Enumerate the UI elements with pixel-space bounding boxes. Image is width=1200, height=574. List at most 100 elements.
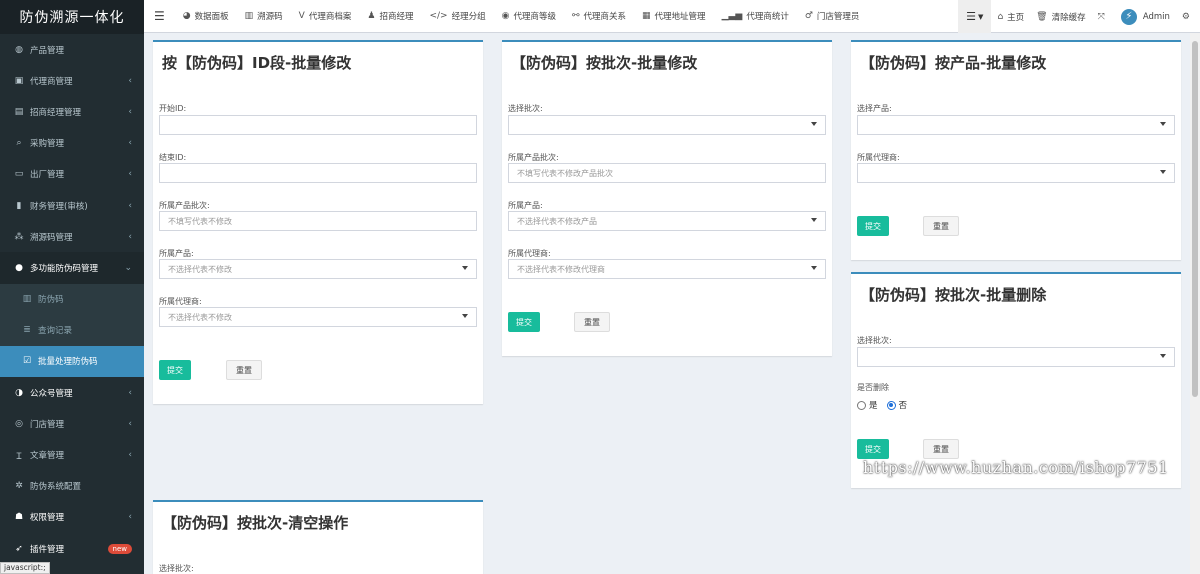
tab-agent-levels[interactable]: ◉ 代理商等级 bbox=[494, 0, 564, 33]
browser-status-bar: javascript:; bbox=[0, 562, 50, 574]
tab-label: 招商经理 bbox=[379, 12, 414, 22]
reset-button[interactable]: 重置 bbox=[574, 312, 610, 332]
sidebar-item-label: 公众号管理 bbox=[30, 388, 73, 399]
caret-down-icon bbox=[811, 218, 817, 222]
sidebar-item-plugins[interactable]: ➶ 插件管理 new bbox=[0, 533, 144, 564]
page-scrollbar[interactable] bbox=[1190, 33, 1200, 574]
sidebar-item-label: 批量处理防伪码 bbox=[38, 357, 98, 368]
sidebar-item-config[interactable]: ✲ 防伪系统配置 bbox=[0, 471, 144, 502]
tab-managers[interactable]: ♟ 招商经理 bbox=[359, 0, 421, 33]
home-link[interactable]: ⌂ 主页 bbox=[991, 0, 1030, 33]
list-icon: ☰ bbox=[966, 10, 977, 23]
product-label: 所属产品: bbox=[159, 249, 194, 258]
tab-store-admins[interactable]: ♂ 门店管理员 bbox=[797, 0, 868, 33]
male-icon: ♂ bbox=[804, 11, 813, 21]
info-circle-icon: ● bbox=[15, 262, 23, 273]
submit-button[interactable]: 提交 bbox=[508, 312, 540, 332]
product-select[interactable]: 不选择代表不修改产品 bbox=[508, 211, 826, 231]
settings-button[interactable]: ⚙ bbox=[1176, 0, 1200, 33]
tab-trace-code[interactable]: ▥ 溯源码 bbox=[237, 0, 291, 33]
submit-button[interactable]: 提交 bbox=[857, 216, 889, 236]
sidebar-item-trace-codes[interactable]: ⁂ 溯源码管理 ‹ bbox=[0, 221, 144, 252]
form-card-by-batch: 【防伪码】按批次-批量修改 选择批次: 所属产品批次: 不填写代表不修改产品批次… bbox=[502, 40, 832, 356]
top-navbar: ☰ ◕ 数据面板 ▥ 溯源码 V 代理商档案 ♟ 招商经理 </> 经理分组 ◉ 代理商等级… bbox=[144, 0, 1200, 33]
app-logo-title[interactable]: 防伪溯源一体化 bbox=[0, 0, 144, 34]
fullscreen-button[interactable]: ⤧ bbox=[1092, 0, 1115, 33]
chevron-down-icon: ⌄ bbox=[124, 262, 132, 273]
batch-select[interactable] bbox=[508, 115, 826, 135]
cog-icon: ✲ bbox=[15, 481, 23, 492]
sidebar-item-managers[interactable]: ▤ 招商经理管理 ‹ bbox=[0, 96, 144, 127]
sidebar-subitem-query-log[interactable]: ≣ 查询记录 bbox=[0, 314, 144, 346]
list-icon: ≣ bbox=[23, 325, 31, 336]
reset-button[interactable]: 重置 bbox=[226, 360, 262, 380]
product-select[interactable] bbox=[857, 115, 1175, 135]
radio-yes[interactable] bbox=[857, 400, 866, 410]
tab-label: 溯源码 bbox=[257, 12, 283, 22]
sidebar-item-purchase[interactable]: ⌕ 采购管理 ‹ bbox=[0, 128, 144, 159]
sidebar-item-products[interactable]: ◍ 产品管理 bbox=[0, 34, 144, 65]
home-icon: ⌂ bbox=[997, 11, 1004, 22]
submit-button[interactable]: 提交 bbox=[857, 439, 889, 459]
reset-button[interactable]: 重置 bbox=[923, 216, 959, 236]
clear-cache-button[interactable]: 🗑 清除缓存 bbox=[1030, 0, 1091, 33]
radio-yes-label: 是 bbox=[869, 401, 878, 411]
dashboard-icon: ◕ bbox=[182, 11, 191, 21]
product-select[interactable]: 不选择代表不修改 bbox=[159, 259, 477, 279]
tab-agent-relations[interactable]: ⚯ 代理商关系 bbox=[564, 0, 634, 33]
chevron-left-icon: ‹ bbox=[128, 75, 132, 86]
sidebar-item-outbound[interactable]: ▭ 出厂管理 ‹ bbox=[0, 159, 144, 190]
reset-button[interactable]: 重置 bbox=[923, 439, 959, 459]
batch-select[interactable] bbox=[857, 347, 1175, 367]
form-card-delete-batch: 【防伪码】按批次-批量删除 选择批次: 是否删除 是 否 提交 重置 bbox=[851, 272, 1181, 488]
tab-dashboard[interactable]: ◕ 数据面板 bbox=[175, 0, 237, 33]
book-icon: ▮ bbox=[16, 200, 22, 211]
tab-label: 代理商关系 bbox=[583, 12, 627, 22]
sidebar-item-label: 招商经理管理 bbox=[30, 107, 82, 118]
start-id-input[interactable] bbox=[159, 115, 477, 135]
confirm-delete-label: 是否删除 bbox=[857, 383, 889, 392]
product-placeholder: 不选择代表不修改产品 bbox=[517, 216, 597, 226]
building-icon: ▦ bbox=[642, 11, 651, 21]
sidebar-item-agents[interactable]: ▣ 代理商管理 ‹ bbox=[0, 65, 144, 96]
scrollbar-thumb[interactable] bbox=[1192, 41, 1198, 397]
submit-button[interactable]: 提交 bbox=[159, 360, 191, 380]
batch-input[interactable]: 不填写代表不修改 bbox=[159, 211, 477, 231]
start-id-label: 开始ID: bbox=[159, 104, 187, 113]
sidebar-item-wechat[interactable]: ◑ 公众号管理 ‹ bbox=[0, 377, 144, 408]
tab-agent-archive[interactable]: V 代理商档案 bbox=[291, 0, 360, 33]
card-title: 【防伪码】按批次-批量删除 bbox=[860, 286, 1047, 304]
user-menu[interactable]: ⚡ Admin bbox=[1115, 0, 1176, 33]
sidebar-item-label: 产品管理 bbox=[30, 45, 65, 56]
caret-down-icon bbox=[811, 266, 817, 270]
menu-toggle-icon[interactable]: ☰ bbox=[144, 0, 175, 33]
sidebar-item-finance[interactable]: ▮ 财务管理(审核) ‹ bbox=[0, 190, 144, 221]
tab-agent-stats[interactable]: ▁▃▅ 代理商统计 bbox=[714, 0, 797, 33]
chevron-left-icon: ‹ bbox=[128, 450, 132, 461]
sidebar-subitem-batch[interactable]: ☑ 批量处理防伪码 bbox=[0, 345, 144, 378]
agent-select[interactable]: 不选择代表不修改代理商 bbox=[508, 259, 826, 279]
radio-no[interactable] bbox=[886, 400, 896, 410]
sidebar-item-stores[interactable]: ◎ 门店管理 ‹ bbox=[0, 408, 144, 439]
sidebar-item-label: 插件管理 bbox=[30, 544, 65, 555]
product-batch-input[interactable]: 不填写代表不修改产品批次 bbox=[508, 163, 826, 183]
bar-chart-icon: ▁▃▅ bbox=[721, 11, 743, 21]
store-icon: ◎ bbox=[15, 418, 23, 429]
agent-placeholder: 不选择代表不修改 bbox=[168, 312, 232, 322]
watermark: https://www.huzhan.com/ishop7751 bbox=[863, 458, 1169, 477]
sidebar-item-anti-fake[interactable]: ● 多功能防伪码管理 ⌄ bbox=[0, 252, 144, 284]
sidebar-subitem-codes[interactable]: ▥ 防伪码 bbox=[0, 283, 144, 315]
product-placeholder: 不选择代表不修改 bbox=[168, 264, 232, 274]
agent-select[interactable]: 不选择代表不修改 bbox=[159, 307, 477, 327]
group-icon: ☗ bbox=[14, 512, 24, 523]
sidebar-item-permissions[interactable]: ☗ 权限管理 ‹ bbox=[0, 502, 144, 533]
agent-select[interactable] bbox=[857, 163, 1175, 183]
tab-manager-groups[interactable]: </> 经理分组 bbox=[421, 0, 493, 33]
rocket-icon: ➶ bbox=[15, 543, 23, 554]
tab-agent-addresses[interactable]: ▦ 代理地址管理 bbox=[634, 0, 714, 33]
nav-dropdown-button[interactable]: ☰ ▼ bbox=[958, 0, 992, 33]
id-card-icon: ▣ bbox=[14, 75, 24, 86]
caret-down-icon bbox=[1160, 170, 1166, 174]
end-id-input[interactable] bbox=[159, 163, 477, 183]
sidebar-item-articles[interactable]: Ɪ 文章管理 ‹ bbox=[0, 439, 144, 470]
